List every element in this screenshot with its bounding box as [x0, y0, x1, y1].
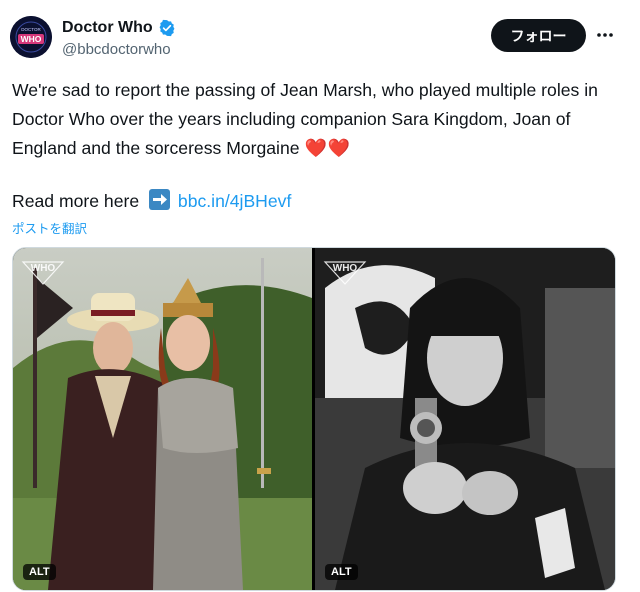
display-name[interactable]: Doctor Who: [62, 19, 153, 37]
read-more-label: Read more here: [12, 191, 140, 211]
doctor-who-watermark-icon: WHO: [323, 252, 367, 288]
watermark-label: WHO: [333, 263, 358, 274]
bbc-link[interactable]: bbc.in/4jBHevf: [178, 191, 291, 211]
media-grid: WHO ALT WHO ALT: [12, 247, 616, 591]
right-arrow-icon: [149, 189, 171, 210]
alt-badge[interactable]: ALT: [23, 564, 56, 580]
alt-badge[interactable]: ALT: [325, 564, 358, 580]
more-horizontal-icon[interactable]: [594, 24, 616, 46]
doctor-who-watermark-icon: WHO: [21, 252, 65, 288]
photo-sara-kingdom[interactable]: WHO ALT: [315, 248, 615, 590]
handle[interactable]: @bbcdoctorwho: [62, 41, 171, 58]
avatar[interactable]: DOCTOR WHO: [10, 16, 52, 58]
read-more-line: Read more here bbc.in/4jBHevf: [12, 187, 291, 216]
tweet-card: DOCTOR WHO Doctor Who @bbcdoctorwho フォロー…: [0, 0, 640, 592]
watermark-label: WHO: [31, 263, 56, 274]
translate-post-link[interactable]: ポストを翻訳: [12, 218, 87, 237]
tweet-text: We're sad to report the passing of Jean …: [12, 76, 624, 163]
hearts-emoji: ❤️❤️: [304, 138, 352, 158]
avatar-label: WHO: [21, 34, 42, 44]
avatar-sublabel: DOCTOR: [21, 27, 41, 32]
name-row: Doctor Who: [62, 19, 176, 37]
verified-badge-icon: [158, 19, 176, 37]
follow-button[interactable]: フォロー: [491, 19, 586, 52]
photo-doctor-and-joan[interactable]: WHO ALT: [13, 248, 312, 590]
